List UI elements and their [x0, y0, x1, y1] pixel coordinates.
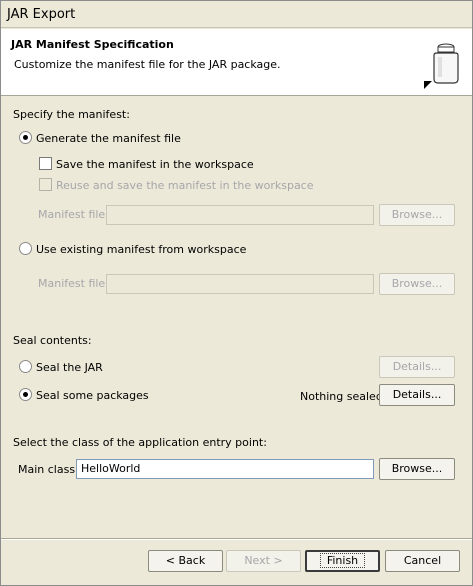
use-existing-manifest-radio[interactable]	[19, 242, 32, 255]
manifest-file-input-1[interactable]	[106, 205, 374, 225]
seal-jar-radio[interactable]	[19, 360, 32, 373]
finish-button[interactable]: Finish	[305, 550, 380, 572]
header-description: Customize the manifest file for the JAR …	[14, 58, 281, 71]
save-manifest-label[interactable]: Save the manifest in the workspace	[56, 158, 254, 171]
header-title: JAR Manifest Specification	[11, 38, 174, 51]
seal-packages-radio[interactable]	[19, 388, 32, 401]
manifest-file-label-2: Manifest file:	[38, 277, 109, 290]
wizard-header: JAR Manifest Specification Customize the…	[1, 29, 472, 96]
generate-manifest-label[interactable]: Generate the manifest file	[36, 132, 181, 145]
jar-icon	[424, 43, 459, 89]
use-existing-manifest-label[interactable]: Use existing manifest from workspace	[36, 243, 246, 256]
finish-button-label: Finish	[319, 553, 366, 568]
manifest-file-label-1: Manifest file:	[38, 208, 109, 221]
generate-manifest-radio[interactable]	[19, 131, 32, 144]
seal-packages-label[interactable]: Seal some packages	[36, 389, 149, 402]
seal-jar-details-button[interactable]: Details...	[379, 356, 455, 378]
seal-section-label: Seal contents:	[13, 334, 92, 347]
entry-section-label: Select the class of the application entr…	[13, 436, 267, 449]
reuse-manifest-label[interactable]: Reuse and save the manifest in the works…	[56, 179, 314, 192]
browse-manifest-button-1[interactable]: Browse...	[379, 204, 455, 226]
cancel-button[interactable]: Cancel	[385, 550, 460, 572]
seal-jar-label[interactable]: Seal the JAR	[36, 361, 103, 374]
browse-manifest-button-2[interactable]: Browse...	[379, 273, 455, 295]
footer-separator	[1, 538, 472, 540]
reuse-manifest-checkbox[interactable]	[39, 178, 52, 191]
manifest-section-label: Specify the manifest:	[13, 108, 130, 121]
seal-packages-details-button[interactable]: Details...	[379, 384, 455, 406]
main-class-label: Main class:	[18, 463, 79, 476]
next-button[interactable]: Next >	[226, 550, 301, 572]
window-title: JAR Export	[1, 1, 472, 28]
main-class-input[interactable]: HelloWorld	[76, 459, 374, 479]
wizard-content: Specify the manifest: Generate the manif…	[1, 97, 472, 537]
save-manifest-checkbox[interactable]	[39, 157, 52, 170]
seal-status-text: Nothing sealed	[300, 390, 383, 403]
jar-export-dialog: JAR Export JAR Manifest Specification Cu…	[0, 0, 473, 586]
main-class-browse-button[interactable]: Browse...	[379, 458, 455, 480]
back-button[interactable]: < Back	[148, 550, 223, 572]
manifest-file-input-2[interactable]	[106, 274, 374, 294]
